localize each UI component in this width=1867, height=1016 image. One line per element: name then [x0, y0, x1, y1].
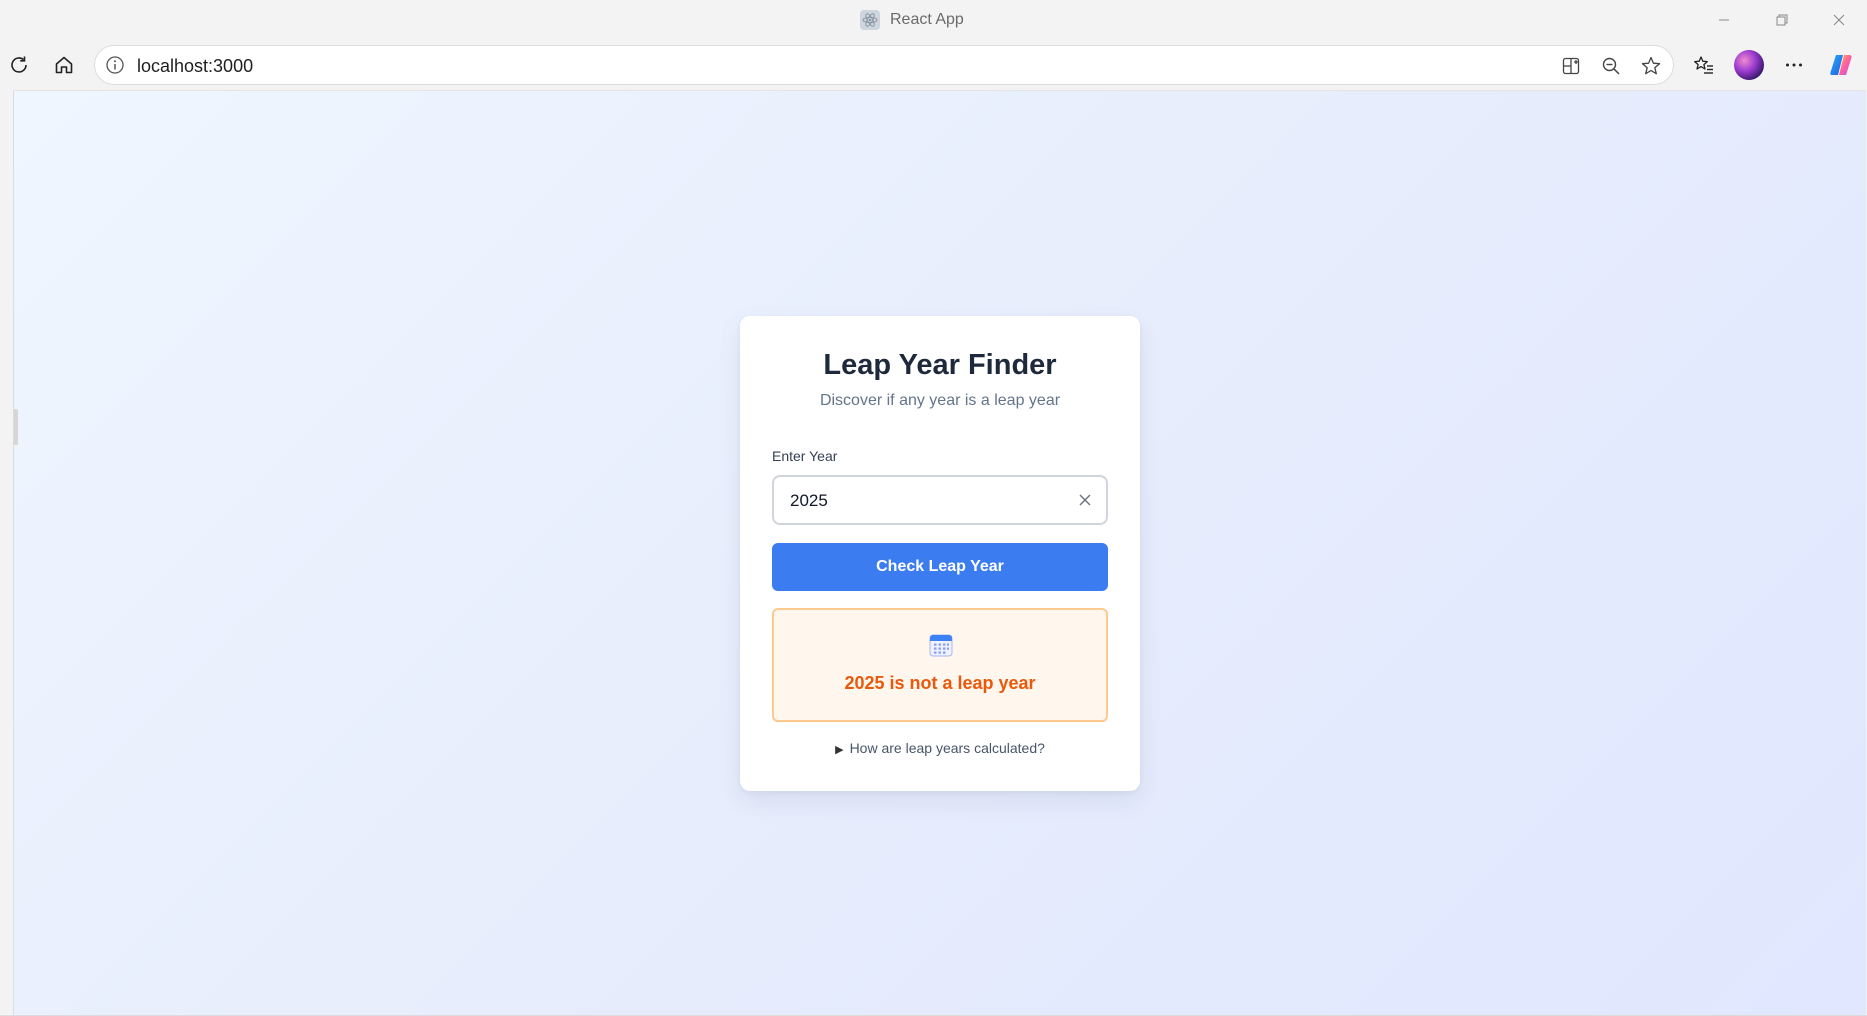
clear-input-button[interactable] — [1074, 489, 1096, 511]
disclosure-triangle-icon: ▶ — [835, 744, 844, 756]
copilot-button[interactable] — [1822, 46, 1860, 84]
page-title: Leap Year Finder — [823, 349, 1057, 381]
more-button[interactable] — [1775, 46, 1813, 84]
app-grid-button[interactable] — [1556, 51, 1586, 81]
close-icon — [1833, 14, 1845, 26]
minimize-button[interactable] — [1696, 4, 1752, 36]
app-grid-icon — [1562, 57, 1580, 75]
favorite-button[interactable] — [1636, 51, 1666, 81]
calendar-icon — [929, 634, 953, 657]
leap-year-card: Leap Year Finder Discover if any year is… — [740, 316, 1140, 791]
copilot-icon — [1830, 55, 1852, 75]
more-icon — [1786, 63, 1802, 67]
zoom-out-button[interactable] — [1596, 51, 1626, 81]
result-panel: 2025 is not a leap year — [772, 608, 1108, 722]
minimize-icon — [1719, 19, 1729, 21]
page-viewport: Leap Year Finder Discover if any year is… — [13, 90, 1866, 1015]
result-message: 2025 is not a leap year — [844, 673, 1036, 693]
home-button[interactable] — [45, 46, 83, 84]
refresh-icon — [11, 56, 27, 73]
star-icon — [1641, 56, 1661, 75]
favorites-icon — [1694, 56, 1713, 74]
restore-button[interactable] — [1754, 4, 1810, 36]
year-input[interactable] — [790, 489, 1050, 513]
browser-toolbar: localhost:3000 — [0, 40, 1867, 90]
check-leap-year-button[interactable]: Check Leap Year — [772, 543, 1108, 591]
profile-avatar[interactable] — [1734, 50, 1764, 80]
refresh-button[interactable] — [0, 46, 38, 84]
address-bar[interactable]: localhost:3000 — [94, 45, 1674, 85]
window-title-group: React App — [860, 9, 964, 31]
year-input-label: Enter Year — [772, 448, 838, 464]
clear-icon — [1079, 494, 1091, 506]
details-summary-text[interactable]: How are leap years calculated? — [850, 740, 1045, 756]
home-icon — [55, 56, 73, 74]
url-text[interactable]: localhost:3000 — [137, 56, 253, 77]
year-input-field[interactable] — [772, 475, 1108, 525]
info-icon[interactable] — [105, 55, 125, 75]
sidebar-edge-handle[interactable] — [14, 409, 18, 445]
restore-icon — [1776, 14, 1788, 26]
react-atom-icon — [860, 10, 880, 30]
window-title-bar: React App — [0, 0, 1867, 40]
zoom-out-icon — [1602, 57, 1620, 75]
leap-year-details-toggle[interactable]: ▶ How are leap years calculated? — [740, 740, 1140, 756]
favorites-button[interactable] — [1685, 46, 1723, 84]
window-title: React App — [890, 11, 964, 28]
page-subtitle: Discover if any year is a leap year — [819, 392, 1061, 409]
close-window-button[interactable] — [1811, 4, 1867, 36]
